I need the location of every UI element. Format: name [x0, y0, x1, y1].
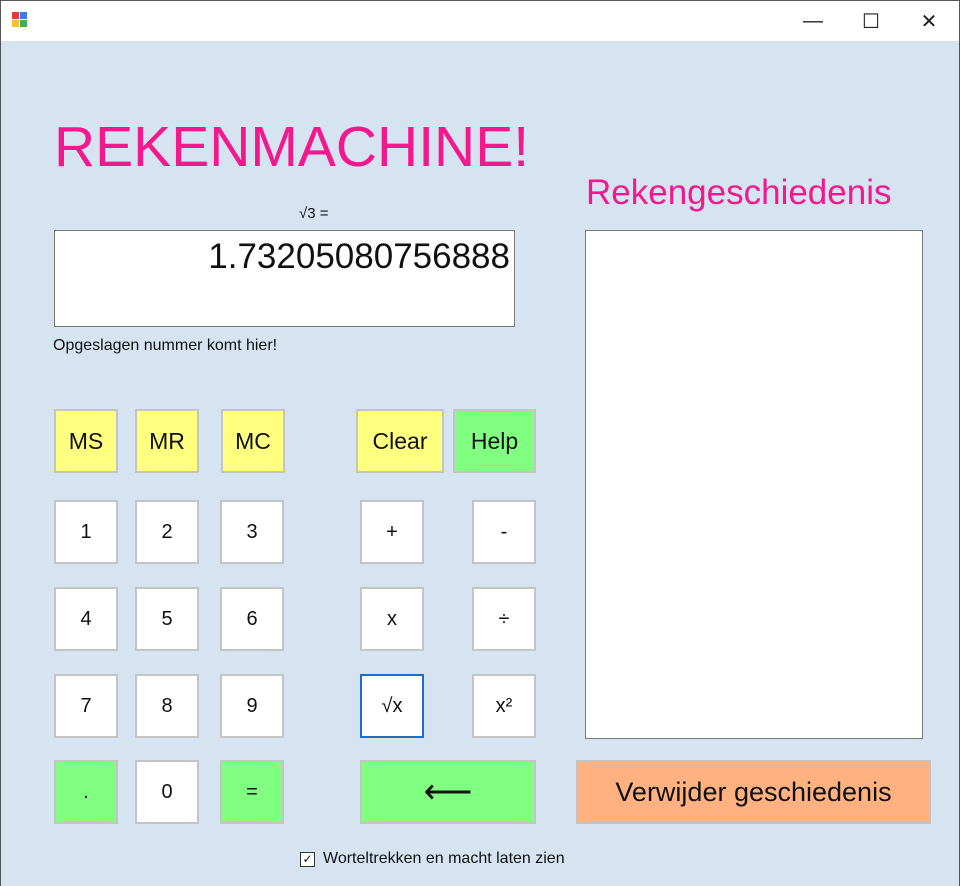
digit-3-button[interactable]: 3	[220, 500, 284, 564]
digit-7-button[interactable]: 7	[54, 674, 118, 738]
title-bar: — ☐ ✕	[1, 1, 959, 41]
plus-button[interactable]: +	[360, 500, 424, 564]
digit-1-button[interactable]: 1	[54, 500, 118, 564]
app-icon	[12, 12, 29, 29]
digit-8-button[interactable]: 8	[135, 674, 199, 738]
square-button[interactable]: x²	[472, 674, 536, 738]
sqrt-button[interactable]: √x	[360, 674, 424, 738]
digit-5-button[interactable]: 5	[135, 587, 199, 651]
display-value: 1.73205080756888	[208, 237, 510, 276]
show-root-power-label: Worteltrekken en macht laten zien	[323, 850, 565, 867]
close-button[interactable]: ✕	[900, 1, 958, 41]
decimal-point-button[interactable]: .	[54, 760, 118, 824]
checkmark-icon: ✓	[302, 852, 313, 866]
result-display[interactable]: 1.73205080756888	[54, 230, 515, 327]
multiply-button[interactable]: x	[360, 587, 424, 651]
digit-6-button[interactable]: 6	[220, 587, 284, 651]
ms-button[interactable]: MS	[54, 409, 118, 473]
calculator-window: — ☐ ✕ REKENMACHINE! Rekengeschiedenis √3…	[0, 0, 960, 886]
equals-button[interactable]: =	[220, 760, 284, 824]
digit-4-button[interactable]: 4	[54, 587, 118, 651]
clear-history-button[interactable]: Verwijder geschiedenis	[576, 760, 931, 824]
help-button[interactable]: Help	[453, 409, 536, 473]
backspace-button[interactable]: ⟵	[360, 760, 536, 824]
show-root-power-checkbox[interactable]: ✓	[300, 851, 315, 867]
backspace-arrow-icon: ⟵	[423, 773, 473, 811]
minus-button[interactable]: -	[472, 500, 536, 564]
maximize-icon: ☐	[862, 10, 880, 33]
mc-button[interactable]: MC	[221, 409, 285, 473]
digit-2-button[interactable]: 2	[135, 500, 199, 564]
digit-9-button[interactable]: 9	[220, 674, 284, 738]
minimize-button[interactable]: —	[784, 1, 842, 41]
client-area: REKENMACHINE! Rekengeschiedenis √3 = 1.7…	[1, 41, 959, 886]
close-icon: ✕	[920, 10, 938, 33]
maximize-button[interactable]: ☐	[842, 1, 900, 41]
digit-0-button[interactable]: 0	[135, 760, 199, 824]
mr-button[interactable]: MR	[135, 409, 199, 473]
expression-label: √3 =	[299, 205, 329, 222]
memory-label: Opgeslagen nummer komt hier!	[53, 337, 278, 354]
app-title: REKENMACHINE!	[54, 115, 530, 179]
show-root-power-checkbox-row[interactable]: ✓ Worteltrekken en macht laten zien	[300, 850, 565, 868]
history-list[interactable]	[585, 230, 923, 739]
clear-button[interactable]: Clear	[356, 409, 444, 473]
minimize-icon: —	[803, 9, 823, 32]
history-title: Rekengeschiedenis	[586, 173, 892, 212]
divide-button[interactable]: ÷	[472, 587, 536, 651]
